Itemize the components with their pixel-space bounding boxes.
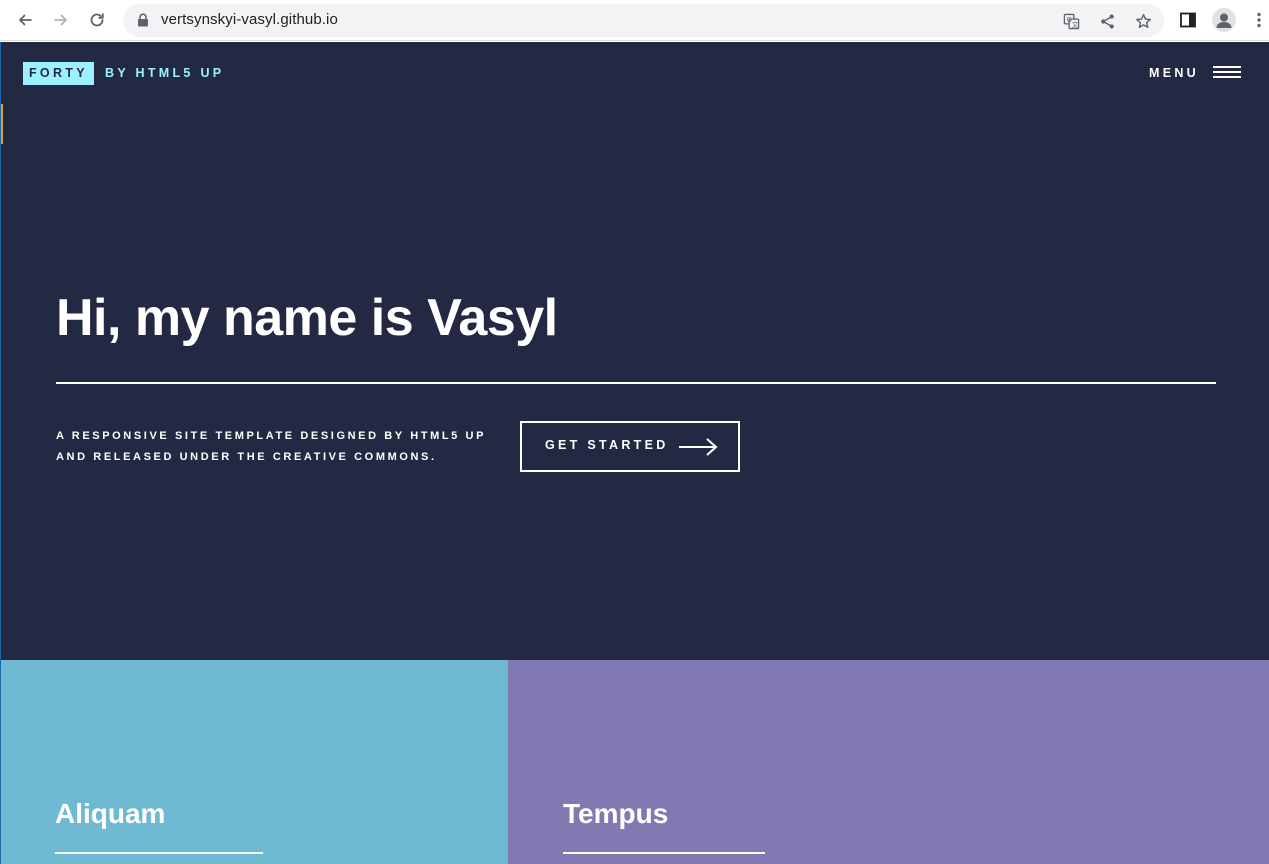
get-started-label: GET STARTED bbox=[545, 438, 669, 452]
back-button[interactable] bbox=[11, 6, 39, 34]
hero-subtitle-line-2: AND RELEASED UNDER THE CREATIVE COMMONS. bbox=[56, 451, 437, 463]
menu-link[interactable]: MENU bbox=[1149, 62, 1199, 85]
page-viewport: FORTY BY HTML5 UP MENU Hi, my name is Va… bbox=[0, 42, 1269, 864]
side-panel-icon bbox=[1180, 12, 1196, 28]
tile-divider bbox=[563, 852, 765, 854]
url-text: vertsynskyi-vasyl.github.io bbox=[161, 11, 338, 28]
hero-subtitle: A RESPONSIVE SITE TEMPLATE DESIGNED BY H… bbox=[56, 426, 516, 468]
hero-divider bbox=[56, 382, 1216, 384]
profile-icon bbox=[1212, 8, 1236, 32]
tile-aliquam[interactable]: Aliquam bbox=[1, 660, 508, 864]
hero-title: Hi, my name is Vasyl bbox=[56, 289, 558, 347]
reload-button[interactable] bbox=[83, 6, 111, 34]
back-icon bbox=[19, 14, 32, 26]
share-icon bbox=[1100, 14, 1114, 28]
browser-toolbar: vertsynskyi-vasyl.github.io G 文 bbox=[0, 0, 1269, 41]
logo[interactable]: FORTY bbox=[23, 62, 94, 85]
side-panel-button[interactable] bbox=[1176, 8, 1200, 32]
share-button[interactable] bbox=[1097, 11, 1117, 31]
tile-title: Tempus bbox=[563, 798, 669, 829]
browser-menu-button[interactable] bbox=[1247, 8, 1269, 32]
lock-icon bbox=[138, 13, 148, 27]
arrow-right-icon bbox=[679, 438, 718, 456]
tile-tempus[interactable]: Tempus bbox=[508, 660, 1269, 864]
hero-subtitle-line-1: A RESPONSIVE SITE TEMPLATE DESIGNED BY H… bbox=[56, 430, 487, 442]
edge-accent bbox=[1, 104, 3, 144]
site-header: FORTY BY HTML5 UP MENU bbox=[1, 42, 1269, 104]
get-started-button[interactable]: GET STARTED bbox=[520, 421, 740, 472]
more-icon bbox=[1257, 12, 1261, 28]
translate-button[interactable]: G 文 bbox=[1061, 11, 1081, 31]
logo-byline: BY HTML5 UP bbox=[105, 66, 225, 80]
svg-text:文: 文 bbox=[1071, 19, 1078, 28]
tile-divider bbox=[55, 852, 263, 854]
hamburger-icon[interactable] bbox=[1213, 66, 1241, 80]
translate-icon: G 文 bbox=[1063, 13, 1079, 29]
address-bar[interactable]: vertsynskyi-vasyl.github.io G 文 bbox=[123, 4, 1164, 37]
forward-icon bbox=[54, 14, 67, 26]
reload-icon bbox=[90, 13, 104, 27]
tile-title: Aliquam bbox=[55, 798, 166, 829]
bookmark-button[interactable] bbox=[1133, 11, 1153, 31]
profile-button[interactable] bbox=[1212, 8, 1236, 32]
star-icon bbox=[1135, 13, 1151, 28]
forward-button[interactable] bbox=[47, 6, 75, 34]
